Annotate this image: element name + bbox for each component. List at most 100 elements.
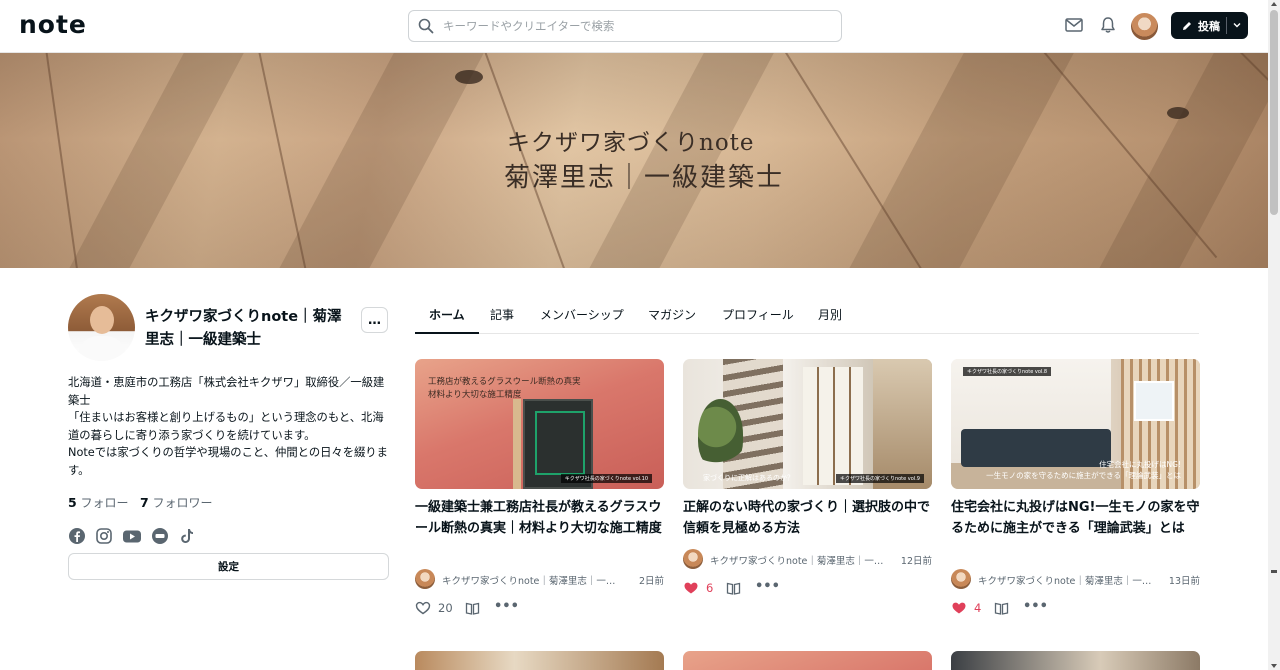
article-meta: キクザワ家づくりnote｜菊澤里志｜一級建築士 13日前 [951,569,1200,589]
more-icon[interactable]: ••• [755,579,780,594]
scroll-marker [1271,570,1277,573]
article-card[interactable]: キクザワ社長の家づくりnote vol.8 住宅会社に丸投げはNG! 一生モノの… [951,359,1200,615]
article-actions: 6 ••• [683,579,932,598]
magazine-add-icon[interactable] [465,601,480,616]
thumbnail-plant [698,399,743,469]
follow-label[interactable]: フォロー [81,496,129,510]
instagram-icon[interactable] [95,527,113,545]
follow-stats: 5 フォロー 7 フォロワー [68,494,213,511]
banner-shadow [1070,53,1268,268]
profile-name: キクザワ家づくりnote｜菊澤里志｜一級建築士 [145,309,342,348]
author-avatar[interactable] [951,569,971,589]
facebook-icon[interactable] [68,527,86,545]
author-name[interactable]: キクザワ家づくりnote｜菊澤里志｜一級建築士 [978,573,1160,587]
post-button-divider [1226,17,1227,34]
like-count: 6 [706,581,714,595]
follower-label[interactable]: フォロワー [153,496,213,510]
chevron-down-icon[interactable] [1232,20,1242,30]
tab-articles[interactable]: 記事 [490,306,514,334]
avatar-face [90,306,114,334]
article-thumbnail[interactable] [951,651,1200,670]
banner-title: キクザワ家づくりnote [507,130,755,156]
user-avatar[interactable] [1131,13,1158,40]
search-icon [418,18,434,34]
tab-profile[interactable]: プロフィール [722,306,794,334]
post-time: 13日前 [1168,576,1200,587]
thumbnail-wall [873,359,932,489]
author-avatar[interactable] [683,549,703,569]
scroll-down-arrow[interactable] [1271,664,1277,668]
magazine-add-icon[interactable] [726,581,741,596]
banner-knot [455,70,483,84]
article-title[interactable]: 一級建築士兼工務店社長が教えるグラスウール断熱の真実｜材料より大切な施工精度 [415,498,667,539]
more-icon[interactable]: ••• [1023,599,1048,614]
settings-button[interactable]: 設定 [68,553,389,580]
line-icon[interactable] [151,527,169,545]
social-links [68,527,196,545]
search-input[interactable] [443,15,823,37]
youtube-icon[interactable] [122,527,142,545]
post-button[interactable]: 投稿 [1171,12,1248,39]
thumbnail-panel [803,367,863,485]
like-count: 20 [438,601,453,615]
thumbnail-tag: キクザワ社長の家づくりnote vol.10 [560,474,652,483]
article-title[interactable]: 住宅会社に丸投げはNG!一生モノの家を守るために施主ができる「理論武装」とは [951,498,1203,539]
thumbnail-text: 住宅会社に丸投げはNG! 一生モノの家を守るために施主ができる「理論武装」とは [986,460,1181,480]
banner-shadow [820,53,1090,268]
author-avatar[interactable] [415,569,435,589]
like-count: 4 [974,601,982,615]
article-thumbnail[interactable]: 工務店が教えるグラスウール断熱の真実 材料より大切な施工精度 キクザワ社長の家づ… [415,359,664,489]
follower-count[interactable]: 7 [140,495,149,510]
more-icon[interactable]: ••• [494,599,519,614]
post-time: 12日前 [900,556,932,567]
profile-avatar[interactable] [68,294,135,361]
pen-icon [1183,21,1191,30]
article-meta: キクザワ家づくりnote｜菊澤里志｜一級建築士 12日前 [683,549,932,569]
thumbnail-tag: キクザワ社長の家づくりnote vol.9 [835,474,924,483]
article-thumbnail[interactable]: 家づくりに正解はあるのか？ キクザワ社長の家づくりnote vol.9 [683,359,932,489]
heart-outline-icon[interactable] [415,600,431,616]
thumbnail-text: 家づくりに正解はあるのか？ [703,474,794,482]
profile-header-image: キクザワ家づくりnote 菊澤里志｜一級建築士 [0,53,1268,268]
tab-magazine[interactable]: マガジン [648,306,696,334]
author-name[interactable]: キクザワ家づくりnote｜菊澤里志｜一級建築士 [442,573,624,587]
banner-knot [1167,107,1189,119]
banner-subtitle: 菊澤里志｜一級建築士 [504,163,785,193]
thumbnail-tag: キクザワ社長の家づくりnote vol.8 [963,367,1052,376]
post-button-label: 投稿 [1198,19,1220,33]
banner-plank-line [40,53,87,268]
mail-icon[interactable] [1064,15,1084,35]
bell-icon[interactable] [1098,15,1118,35]
article-thumbnail[interactable]: キクザワ社長の家づくりnote vol.8 住宅会社に丸投げはNG! 一生モノの… [951,359,1200,489]
article-thumbnail[interactable] [683,651,932,670]
tiktok-icon[interactable] [178,527,196,545]
post-time: 2日前 [638,576,664,587]
scroll-up-arrow[interactable] [1271,2,1277,6]
article-card[interactable]: 工務店が教えるグラスウール断熱の真実 材料より大切な施工精度 キクザワ社長の家づ… [415,359,664,615]
author-name[interactable]: キクザワ家づくりnote｜菊澤里志｜一級建築士 [710,553,892,567]
profile-tabs: ホーム 記事 メンバーシップ マガジン プロフィール 月別 [415,296,1199,334]
thumbnail-window [1134,381,1174,421]
top-header: note 投稿 [0,0,1268,53]
thumbnail-beam [513,399,521,489]
article-thumbnail[interactable] [415,651,664,670]
article-meta: キクザワ家づくりnote｜菊澤里志｜一級建築士 2日前 [415,569,664,589]
article-title[interactable]: 正解のない時代の家づくり｜選択肢の中で信頼を見極める方法 [683,498,935,539]
article-actions: 4 ••• [951,599,1200,618]
heart-filled-icon[interactable] [951,600,967,616]
note-logo[interactable]: note [19,11,87,39]
more-options-button[interactable]: … [361,307,388,333]
scrollbar-thumb[interactable] [1270,10,1278,215]
follow-count[interactable]: 5 [68,495,77,510]
search-box[interactable] [408,10,842,42]
tab-home[interactable]: ホーム [415,306,479,334]
banner-shadow [250,53,500,268]
article-card[interactable]: 家づくりに正解はあるのか？ キクザワ社長の家づくりnote vol.9 正解のな… [683,359,932,595]
heart-filled-icon[interactable] [683,580,699,596]
tab-membership[interactable]: メンバーシップ [540,306,624,334]
avatar-shirt [78,336,126,361]
magazine-add-icon[interactable] [994,601,1009,616]
page-scrollbar[interactable] [1268,0,1280,670]
tab-monthly[interactable]: 月別 [818,306,842,334]
profile-bio: 北海道・恵庭市の工務店「株式会社キクザワ」取締役／一級建築士 「住まいはお客様と… [68,376,388,477]
